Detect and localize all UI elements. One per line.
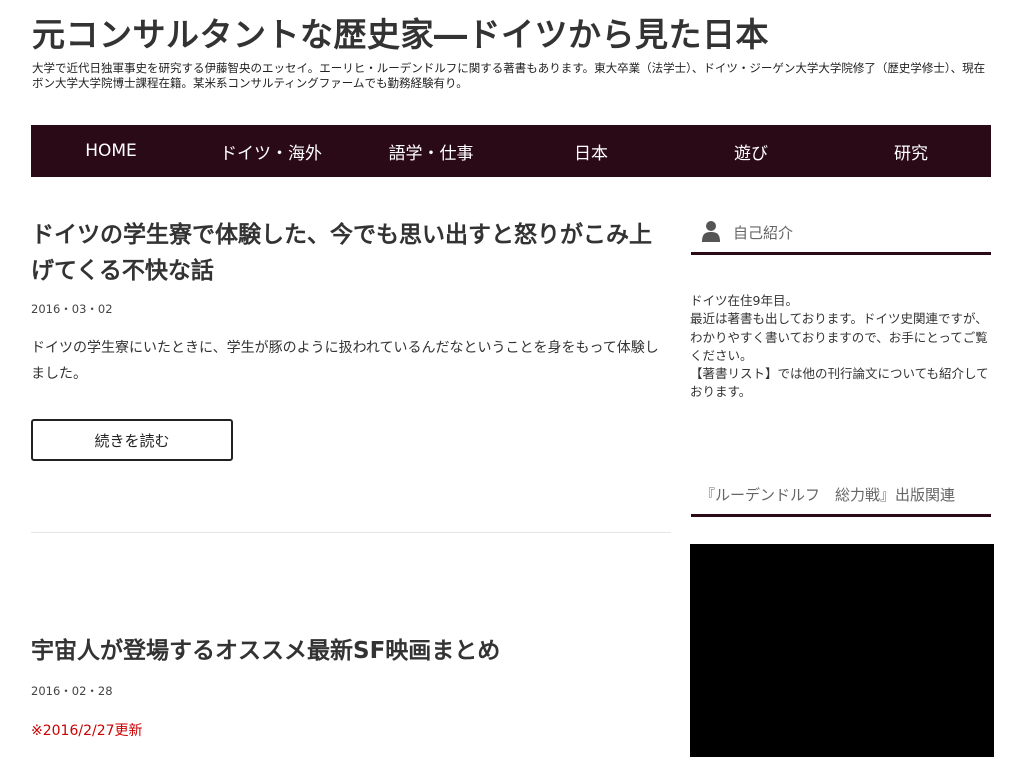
profile-text: ドイツ在住9年目。 最近は著書も出しております。ドイツ史関連ですが、わかりやすく… bbox=[690, 293, 989, 400]
nav-item-play[interactable]: 遊び bbox=[671, 125, 831, 177]
main-nav: HOME ドイツ・海外 語学・仕事 日本 遊び 研究 bbox=[31, 125, 991, 177]
profile-widget-text: ドイツ在住9年目。 最近は著書も出しております。ドイツ史関連ですが、わかりやすく… bbox=[690, 292, 992, 402]
profile-widget-title: 自己紹介 bbox=[733, 224, 794, 242]
embedded-video[interactable] bbox=[690, 544, 994, 757]
nav-item-research[interactable]: 研究 bbox=[831, 125, 991, 177]
profile-widget-heading: 自己紹介 bbox=[691, 220, 991, 255]
nav-item-germany-overseas[interactable]: ドイツ・海外 bbox=[191, 125, 351, 177]
user-icon bbox=[701, 220, 721, 246]
post-title[interactable]: ドイツの学生寮で体験した、今でも思い出すと怒りがこみ上げてくる不快な話 bbox=[31, 217, 671, 289]
site-title[interactable]: 元コンサルタントな歴史家―ドイツから見た日本 bbox=[32, 8, 769, 56]
site-description: 大学で近代日独軍事史を研究する伊藤智央のエッセイ。エーリヒ・ルーデンドルフに関す… bbox=[32, 61, 986, 90]
update-note: ※2016/2/27更新 bbox=[31, 723, 143, 739]
post-title[interactable]: 宇宙人が登場するオススメ最新SF映画まとめ bbox=[31, 633, 671, 669]
nav-item-language-work[interactable]: 語学・仕事 bbox=[351, 125, 511, 177]
nav-item-home[interactable]: HOME bbox=[31, 125, 191, 177]
publication-widget-title: 『ルーデンドルフ 総力戦』出版関連 bbox=[700, 486, 956, 504]
nav-item-japan[interactable]: 日本 bbox=[511, 125, 671, 177]
post-date: 2016・02・28 bbox=[31, 684, 113, 698]
read-more-button[interactable]: 続きを読む bbox=[31, 419, 233, 461]
post-card: 宇宙人が登場するオススメ最新SF映画まとめ 2016・02・28 ※2016/2… bbox=[31, 633, 671, 739]
post-excerpt: ドイツの学生寮にいたときに、学生が豚のように扱われているんだなということを身をも… bbox=[31, 340, 659, 382]
post-date: 2016・03・02 bbox=[31, 302, 113, 316]
post-divider bbox=[31, 532, 671, 533]
publication-widget-heading: 『ルーデンドルフ 総力戦』出版関連 bbox=[691, 484, 991, 517]
post-card: ドイツの学生寮で体験した、今でも思い出すと怒りがこみ上げてくる不快な話 2016… bbox=[31, 217, 671, 461]
